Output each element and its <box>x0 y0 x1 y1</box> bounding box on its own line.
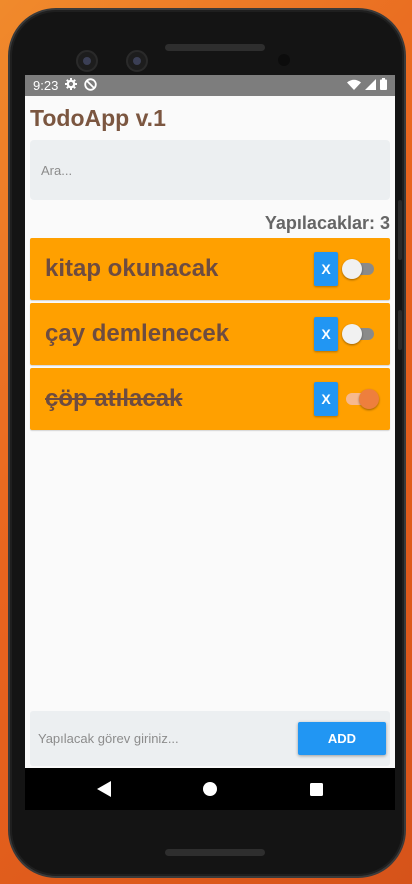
todo-list: kitap okunacak X çay demlenecek X çöp at… <box>30 238 390 430</box>
todo-item[interactable]: kitap okunacak X <box>30 238 390 300</box>
done-toggle[interactable] <box>342 258 378 280</box>
todo-text: çöp atılacak <box>45 385 183 412</box>
toggle-thumb <box>342 259 362 279</box>
wifi-icon <box>347 78 361 93</box>
add-todo-bar: ADD <box>30 711 390 766</box>
bottom-speaker <box>165 849 265 856</box>
add-button[interactable]: ADD <box>298 722 386 755</box>
back-icon[interactable] <box>93 778 115 800</box>
proximity-sensor <box>278 54 290 66</box>
navigation-bar <box>25 768 395 810</box>
new-todo-input[interactable] <box>30 731 298 746</box>
settings-icon <box>65 78 78 93</box>
status-bar: 9:23 <box>25 75 395 96</box>
todo-text: çay demlenecek <box>45 320 230 347</box>
done-toggle[interactable] <box>342 388 379 410</box>
volume-button <box>398 200 402 260</box>
todo-text: kitap okunacak <box>45 255 219 282</box>
power-button <box>398 310 402 350</box>
toggle-thumb <box>359 389 379 409</box>
app-title: TodoApp v.1 <box>30 105 166 131</box>
signal-icon <box>365 78 376 93</box>
home-icon[interactable] <box>199 778 221 800</box>
delete-button[interactable]: X <box>314 317 338 351</box>
toggle-thumb <box>342 324 362 344</box>
do-not-disturb-icon <box>84 77 98 94</box>
search-input[interactable] <box>30 162 390 178</box>
done-toggle[interactable] <box>342 323 378 345</box>
delete-button[interactable]: X <box>314 382 338 416</box>
delete-button[interactable]: X <box>314 252 338 286</box>
front-camera <box>76 50 98 72</box>
todo-item[interactable]: çöp atılacak X <box>30 368 390 430</box>
recents-icon[interactable] <box>305 778 327 800</box>
status-time: 9:23 <box>33 78 59 93</box>
battery-icon <box>380 78 387 93</box>
todo-count: Yapılacaklar: 3 <box>264 213 390 233</box>
front-camera-secondary <box>126 50 148 72</box>
earpiece-speaker <box>165 44 265 51</box>
search-box[interactable] <box>30 140 390 200</box>
app-screen: 9:23 TodoApp v.1 Yapılacaklar: 3 k <box>25 75 395 810</box>
todo-item[interactable]: çay demlenecek X <box>30 303 390 365</box>
